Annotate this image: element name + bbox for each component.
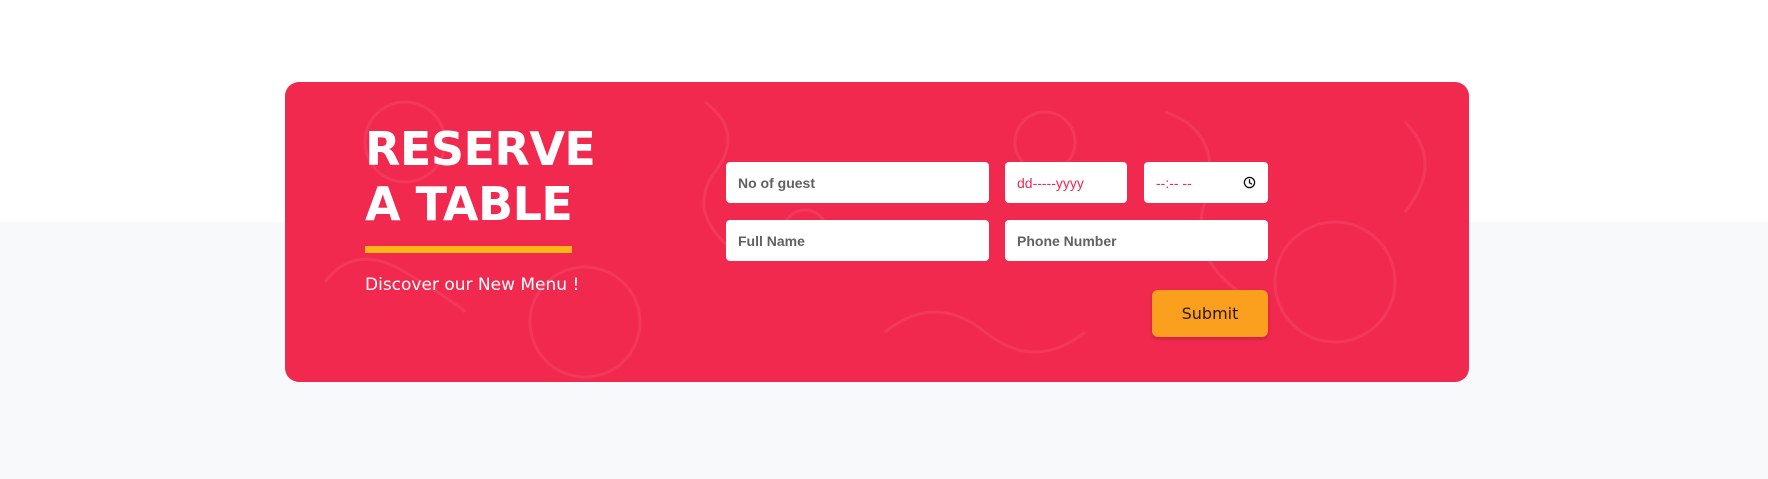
clock-icon[interactable] <box>1243 176 1256 189</box>
time-input[interactable]: --:-- -- <box>1144 162 1268 203</box>
reservation-heading-block: RESERVE A TABLE Discover our New Menu ! <box>365 122 596 295</box>
phone-number-input[interactable] <box>1005 220 1268 261</box>
reservation-title: RESERVE A TABLE <box>365 122 596 232</box>
title-underline <box>365 246 572 253</box>
guests-input[interactable] <box>726 162 989 203</box>
reservation-card: RESERVE A TABLE Discover our New Menu ! … <box>285 82 1469 382</box>
date-input[interactable]: dd-----yyyy <box>1005 162 1127 203</box>
time-placeholder: --:-- -- <box>1156 174 1192 191</box>
submit-button[interactable]: Submit <box>1152 290 1268 337</box>
title-line-1: RESERVE <box>365 122 596 176</box>
title-line-2: A TABLE <box>365 177 573 231</box>
reservation-subtitle: Discover our New Menu ! <box>365 275 580 295</box>
full-name-input[interactable] <box>726 220 989 261</box>
date-placeholder: dd-----yyyy <box>1017 174 1084 191</box>
